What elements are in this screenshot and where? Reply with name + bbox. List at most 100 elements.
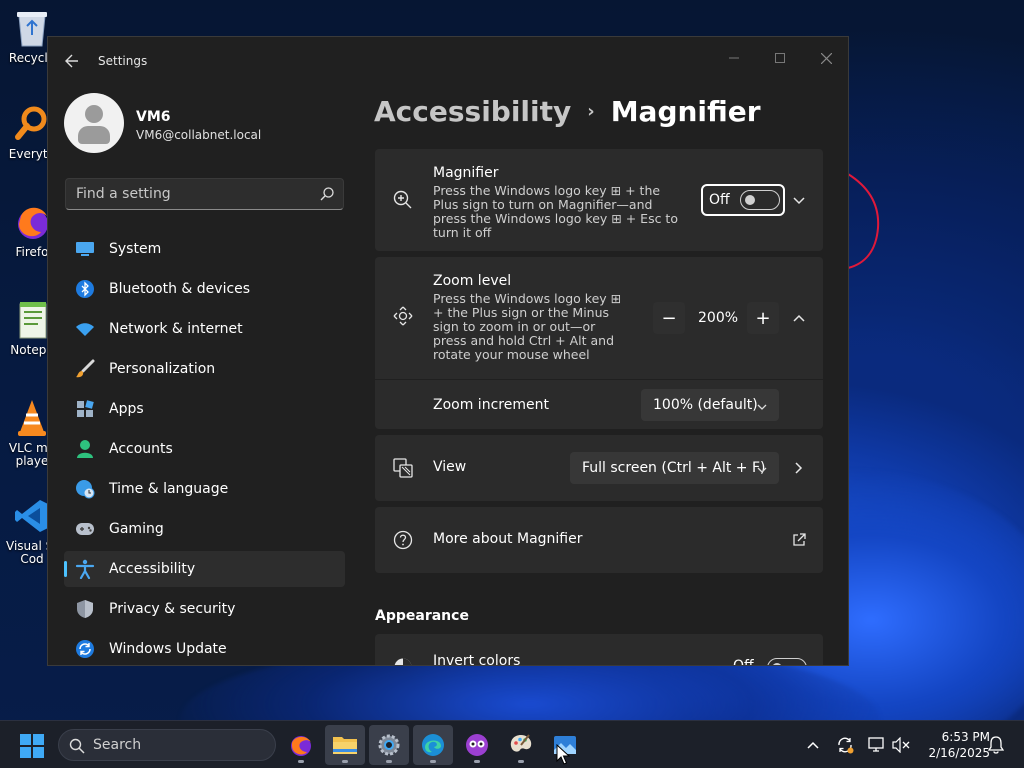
zoom-desc-line: + the Plus sign or the Minus: [433, 305, 610, 320]
chevron-up-icon[interactable]: [803, 735, 823, 755]
speaker-muted-icon[interactable]: [891, 735, 911, 755]
profile-name: VM6: [136, 109, 171, 125]
profile-email: VM6@collabnet.local: [136, 128, 262, 142]
zoom-out-button[interactable]: −: [653, 302, 685, 334]
more-about-card[interactable]: More about Magnifier: [375, 507, 823, 573]
sidebar-item-label: Time & language: [109, 481, 229, 497]
taskbar-clock[interactable]: 6:53 PM 2/16/2025: [916, 729, 990, 761]
vscode-icon: [12, 496, 52, 536]
zoom-level-title: Zoom level: [433, 273, 512, 289]
toggle-state-label: Off: [709, 192, 730, 208]
taskbar-search-label: Search: [93, 737, 142, 753]
zoom-desc-line: sign to zoom in or out—or: [433, 319, 596, 334]
magnifier-desc-line: Press the Windows logo key ⊞ + the: [433, 183, 661, 198]
network-monitor-icon[interactable]: [867, 735, 887, 755]
sidebar-item-system[interactable]: System: [64, 231, 345, 267]
find-setting-input[interactable]: [65, 178, 344, 210]
notification-bell-icon[interactable]: [986, 735, 1006, 755]
taskbar-app-paint[interactable]: [501, 725, 541, 765]
magnifier-title: Magnifier: [433, 165, 499, 181]
firefox-icon: [291, 736, 311, 756]
notepad-icon: [12, 300, 52, 340]
help-icon: [392, 529, 414, 551]
sidebar-item-privacy-security[interactable]: Privacy & security: [64, 591, 345, 627]
sidebar-item-bluetooth[interactable]: Bluetooth & devices: [64, 271, 345, 307]
sidebar-item-accessibility[interactable]: Accessibility: [64, 551, 345, 587]
close-button[interactable]: [803, 43, 848, 73]
sidebar-item-label: Accounts: [109, 441, 173, 457]
red-annotation-stroke: [847, 173, 880, 269]
taskbar-app-edge[interactable]: [413, 725, 453, 765]
invert-toggle-switch[interactable]: [767, 658, 807, 665]
windows-update-icon: [75, 639, 95, 659]
zoom-level-value: 200%: [698, 310, 739, 326]
file-explorer-icon: [333, 737, 357, 754]
zoom-increment-selected: 100% (default): [653, 397, 758, 413]
globe-clock-icon: [75, 479, 95, 499]
windows-start-icon[interactable]: [20, 734, 44, 758]
view-dropdown[interactable]: Full screen (Ctrl + Alt + F): [570, 452, 779, 484]
paintbrush-icon: [75, 359, 95, 379]
maximize-icon: [775, 53, 785, 63]
sidebar-item-time-language[interactable]: Time & language: [64, 471, 345, 507]
sidebar-item-label: Accessibility: [109, 561, 196, 577]
view-label: View: [433, 459, 467, 475]
breadcrumb-parent[interactable]: Accessibility: [374, 95, 571, 128]
sidebar-item-label: Bluetooth & devices: [109, 281, 251, 297]
taskbar-app-file-explorer[interactable]: [325, 725, 365, 765]
maximize-button[interactable]: [757, 43, 803, 73]
taskbar-app-settings[interactable]: [369, 725, 409, 765]
close-icon: [820, 52, 832, 64]
avatar[interactable]: [64, 93, 124, 153]
sidebar-item-gaming[interactable]: Gaming: [64, 511, 345, 547]
divider: [375, 379, 823, 380]
view-layers-icon: [392, 457, 414, 479]
taskbar-app-owl[interactable]: [457, 725, 497, 765]
sidebar-item-windows-update[interactable]: Windows Update: [64, 631, 345, 665]
invert-colors-card[interactable]: Invert colors Off: [375, 634, 823, 666]
desktop-icon-label: Firefo: [15, 245, 49, 259]
sync-icon[interactable]: [835, 735, 855, 755]
zoom-in-button[interactable]: +: [747, 302, 779, 334]
magnifier-desc-line: Plus sign to turn on Magnifier—and: [433, 197, 653, 212]
magnifier-toggle[interactable]: Off: [701, 184, 785, 216]
breadcrumb-separator: ›: [587, 101, 595, 122]
sidebar-item-label: Privacy & security: [109, 601, 236, 617]
edge-icon: [422, 734, 444, 756]
taskbar-search[interactable]: Search: [58, 729, 276, 761]
settings-gear-icon: [378, 734, 400, 756]
taskbar-app-firefox[interactable]: [281, 725, 321, 765]
zoom-increment-dropdown[interactable]: 100% (default): [641, 389, 779, 421]
sidebar-item-network[interactable]: Network & internet: [64, 311, 345, 347]
chevron-right-icon[interactable]: [789, 458, 809, 478]
more-about-label: More about Magnifier: [433, 531, 583, 547]
invert-toggle-label: Off: [733, 658, 754, 666]
owl-app-icon: [466, 734, 488, 756]
sidebar-item-accounts[interactable]: Accounts: [64, 431, 345, 467]
search-icon[interactable]: [319, 186, 335, 202]
minimize-button[interactable]: [711, 43, 757, 73]
back-button[interactable]: [60, 49, 84, 73]
chevron-up-icon[interactable]: [789, 308, 809, 328]
view-card[interactable]: View Full screen (Ctrl + Alt + F): [375, 435, 823, 501]
external-link-icon[interactable]: [789, 530, 809, 550]
wifi-icon: [75, 319, 95, 339]
search-icon: [69, 738, 85, 754]
toggle-switch[interactable]: [739, 190, 780, 210]
magnifier-card: Magnifier Press the Windows logo key ⊞ +…: [375, 149, 823, 251]
magnifier-desc-line: turn it off: [433, 225, 492, 240]
zoom-increment-label: Zoom increment: [433, 397, 549, 413]
accessibility-icon: [75, 559, 95, 579]
recycle-bin-icon: [12, 8, 52, 48]
paint-palette-icon: [510, 734, 532, 752]
view-selected: Full screen (Ctrl + Alt + F): [582, 460, 766, 476]
system-display-icon: [75, 239, 95, 259]
sidebar-item-apps[interactable]: Apps: [64, 391, 345, 427]
zoom-level-card: Zoom level Press the Windows logo key ⊞ …: [375, 257, 823, 429]
sidebar-item-personalization[interactable]: Personalization: [64, 351, 345, 387]
chevron-down-icon[interactable]: [789, 191, 809, 211]
minimize-icon: [729, 57, 739, 59]
everything-search-icon: [12, 104, 52, 144]
sidebar-item-label: Apps: [109, 401, 144, 417]
title-bar[interactable]: Settings: [48, 37, 848, 85]
